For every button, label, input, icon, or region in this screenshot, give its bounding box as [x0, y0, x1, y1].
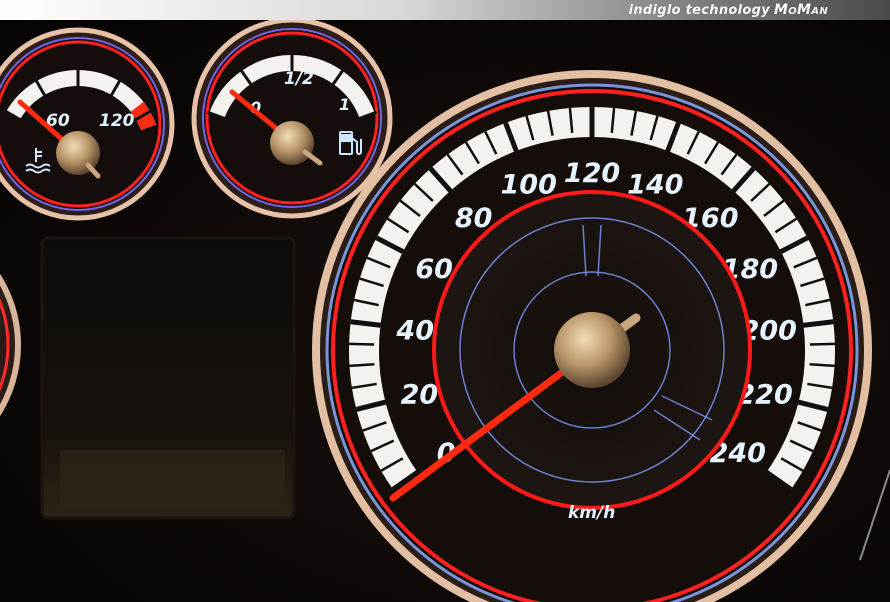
speed-label-20: 20	[401, 380, 439, 411]
brand-text: indiglo technology	[628, 3, 771, 18]
speedometer: 020406080100 120 140160180200220240 km/h	[312, 70, 872, 602]
speed-tick	[349, 342, 375, 346]
fuel-gauge: 0 1/2 1	[191, 20, 393, 219]
speed-hub	[554, 312, 630, 388]
lcd-display-panel	[40, 236, 296, 520]
speed-tick	[349, 363, 375, 368]
speed-label-60: 60	[415, 254, 453, 285]
speed-tick	[809, 363, 835, 368]
temp-label-120: 120	[99, 111, 135, 131]
brand-watermark: indiglo technology MoMan	[629, 1, 828, 19]
speed-unit-label: km/h	[568, 503, 615, 523]
temperature-gauge: 60 120	[0, 27, 175, 221]
speed-label-40: 40	[395, 315, 434, 346]
brand-logo-text: MoMan	[774, 2, 828, 18]
fuel-label-half: 1/2	[284, 69, 314, 89]
speed-label-140: 140	[627, 170, 683, 201]
speed-label-80: 80	[455, 203, 493, 234]
fuel-label-full: 1	[339, 95, 350, 114]
speed-label-120: 120	[564, 158, 620, 189]
speed-tick	[809, 342, 835, 346]
instrument-cluster-photo: 60 120 0 1/2 1 020406080100 120 14016018…	[0, 20, 890, 602]
speed-label-100: 100	[501, 170, 557, 201]
fuel-hub	[270, 121, 314, 165]
header-bar: indiglo technology MoMan	[0, 0, 890, 20]
